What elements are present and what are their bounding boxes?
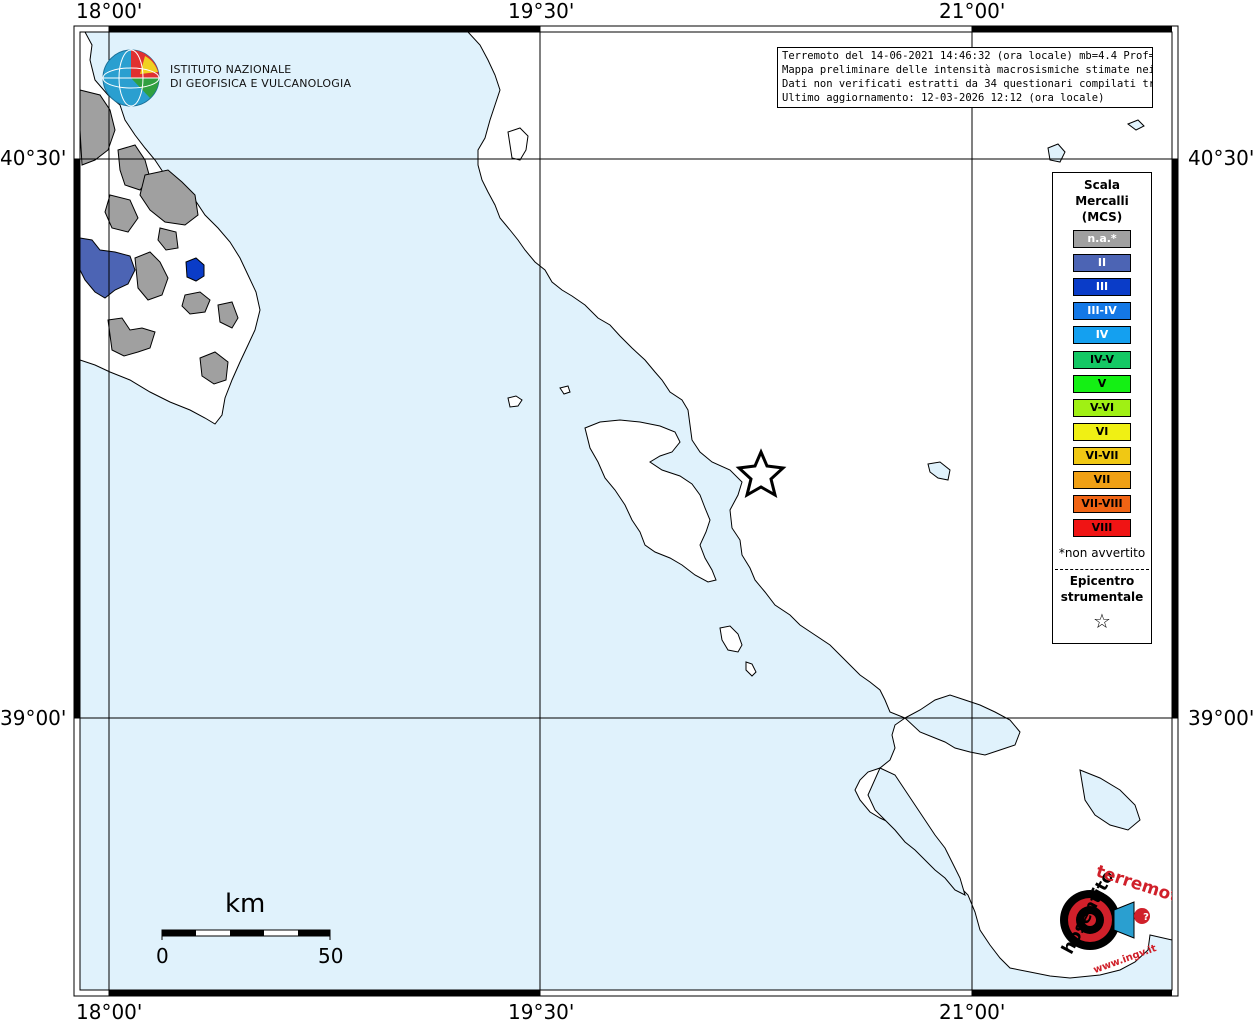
legend-swatch-3: III-IV <box>1073 302 1131 321</box>
legend-separator <box>1055 569 1149 570</box>
legend-swatch-4: IV <box>1073 326 1131 345</box>
lat-label-right-2: 39°00' <box>1188 706 1254 730</box>
legend-swatch-7: V-VI <box>1073 398 1131 417</box>
legend-swatch-2: III <box>1073 278 1131 297</box>
legend-swatch-1: II <box>1073 254 1131 273</box>
legend-title: Scala Mercalli (MCS) <box>1053 177 1151 225</box>
legend-swatch-0: n.a.* <box>1073 230 1131 248</box>
institute-name-line1: ISTITUTO NAZIONALE <box>170 63 292 76</box>
info-line-event: Terremoto del 14-06-2021 14:46:32 (ora l… <box>782 50 1153 62</box>
scale-unit: km <box>225 889 266 919</box>
institute-name: ISTITUTO NAZIONALE DI GEOFISICA E VULCAN… <box>170 63 351 91</box>
lon-label-top-1: 18°00' <box>76 0 143 23</box>
ingv-logo-icon <box>102 49 160 107</box>
legend-swatch-10: VII <box>1073 471 1131 489</box>
legend-epicenter-label: Epicentro strumentale <box>1053 573 1151 605</box>
legend-star-icon: ☆ <box>1093 609 1111 633</box>
svg-text:?: ? <box>1143 912 1149 923</box>
lon-label-bottom-1: 18°00' <box>76 1000 143 1024</box>
legend-swatch-9: VI-VII <box>1073 446 1131 465</box>
legend-note: *non avvertito <box>1058 546 1146 560</box>
info-line-updated: Ultimo aggiornamento: 12-03-2026 12:12 (… <box>782 92 1105 104</box>
lon-label-top-3: 21°00' <box>939 0 1006 23</box>
lon-label-bottom-2: 19°30' <box>508 1000 575 1024</box>
lon-label-bottom-3: 21°00' <box>939 1000 1006 1024</box>
scale-label-max: 50 <box>318 944 344 968</box>
legend-epicenter-line1: Epicentro <box>1069 574 1135 588</box>
legend-swatch-5: IV-V <box>1073 350 1131 369</box>
scale-label-min: 0 <box>156 944 169 968</box>
legend-swatch-6: V <box>1073 374 1131 393</box>
institute-name-line2: DI GEOFISICA E VULCANOLOGIA <box>170 77 352 90</box>
hosentito-logo-icon: ? hosentito terremoto.it www.ingv.it <box>1058 862 1172 974</box>
legend-epicenter-line2: strumentale <box>1060 590 1144 604</box>
lat-label-left-1: 40°30' <box>0 146 67 170</box>
lon-label-top-2: 19°30' <box>508 0 575 23</box>
legend-swatch-12: VIII <box>1073 519 1131 538</box>
mcs-legend: Scala Mercalli (MCS) n.a.* II III III-IV IV I… <box>1052 172 1152 644</box>
legend-swatch-8: VI <box>1073 422 1131 441</box>
legend-swatch-11: VII-VIII <box>1073 495 1131 514</box>
info-line-map: Mappa preliminare delle intensità macros… <box>782 64 1152 76</box>
legend-title-line3: (MCS) <box>1081 210 1123 224</box>
earthquake-info-box: Terremoto del 14-06-2021 14:46:32 (ora l… <box>777 47 1153 108</box>
legend-title-line1: Scala <box>1083 178 1121 192</box>
lat-label-left-2: 39°00' <box>0 706 67 730</box>
brand-text-bottom: www.ingv.it <box>1092 943 1158 974</box>
legend-title-line2: Mercalli <box>1075 194 1129 208</box>
info-line-data: Dati non verificati estratti da 34 quest… <box>782 78 1152 90</box>
lat-label-right-1: 40°30' <box>1188 146 1254 170</box>
